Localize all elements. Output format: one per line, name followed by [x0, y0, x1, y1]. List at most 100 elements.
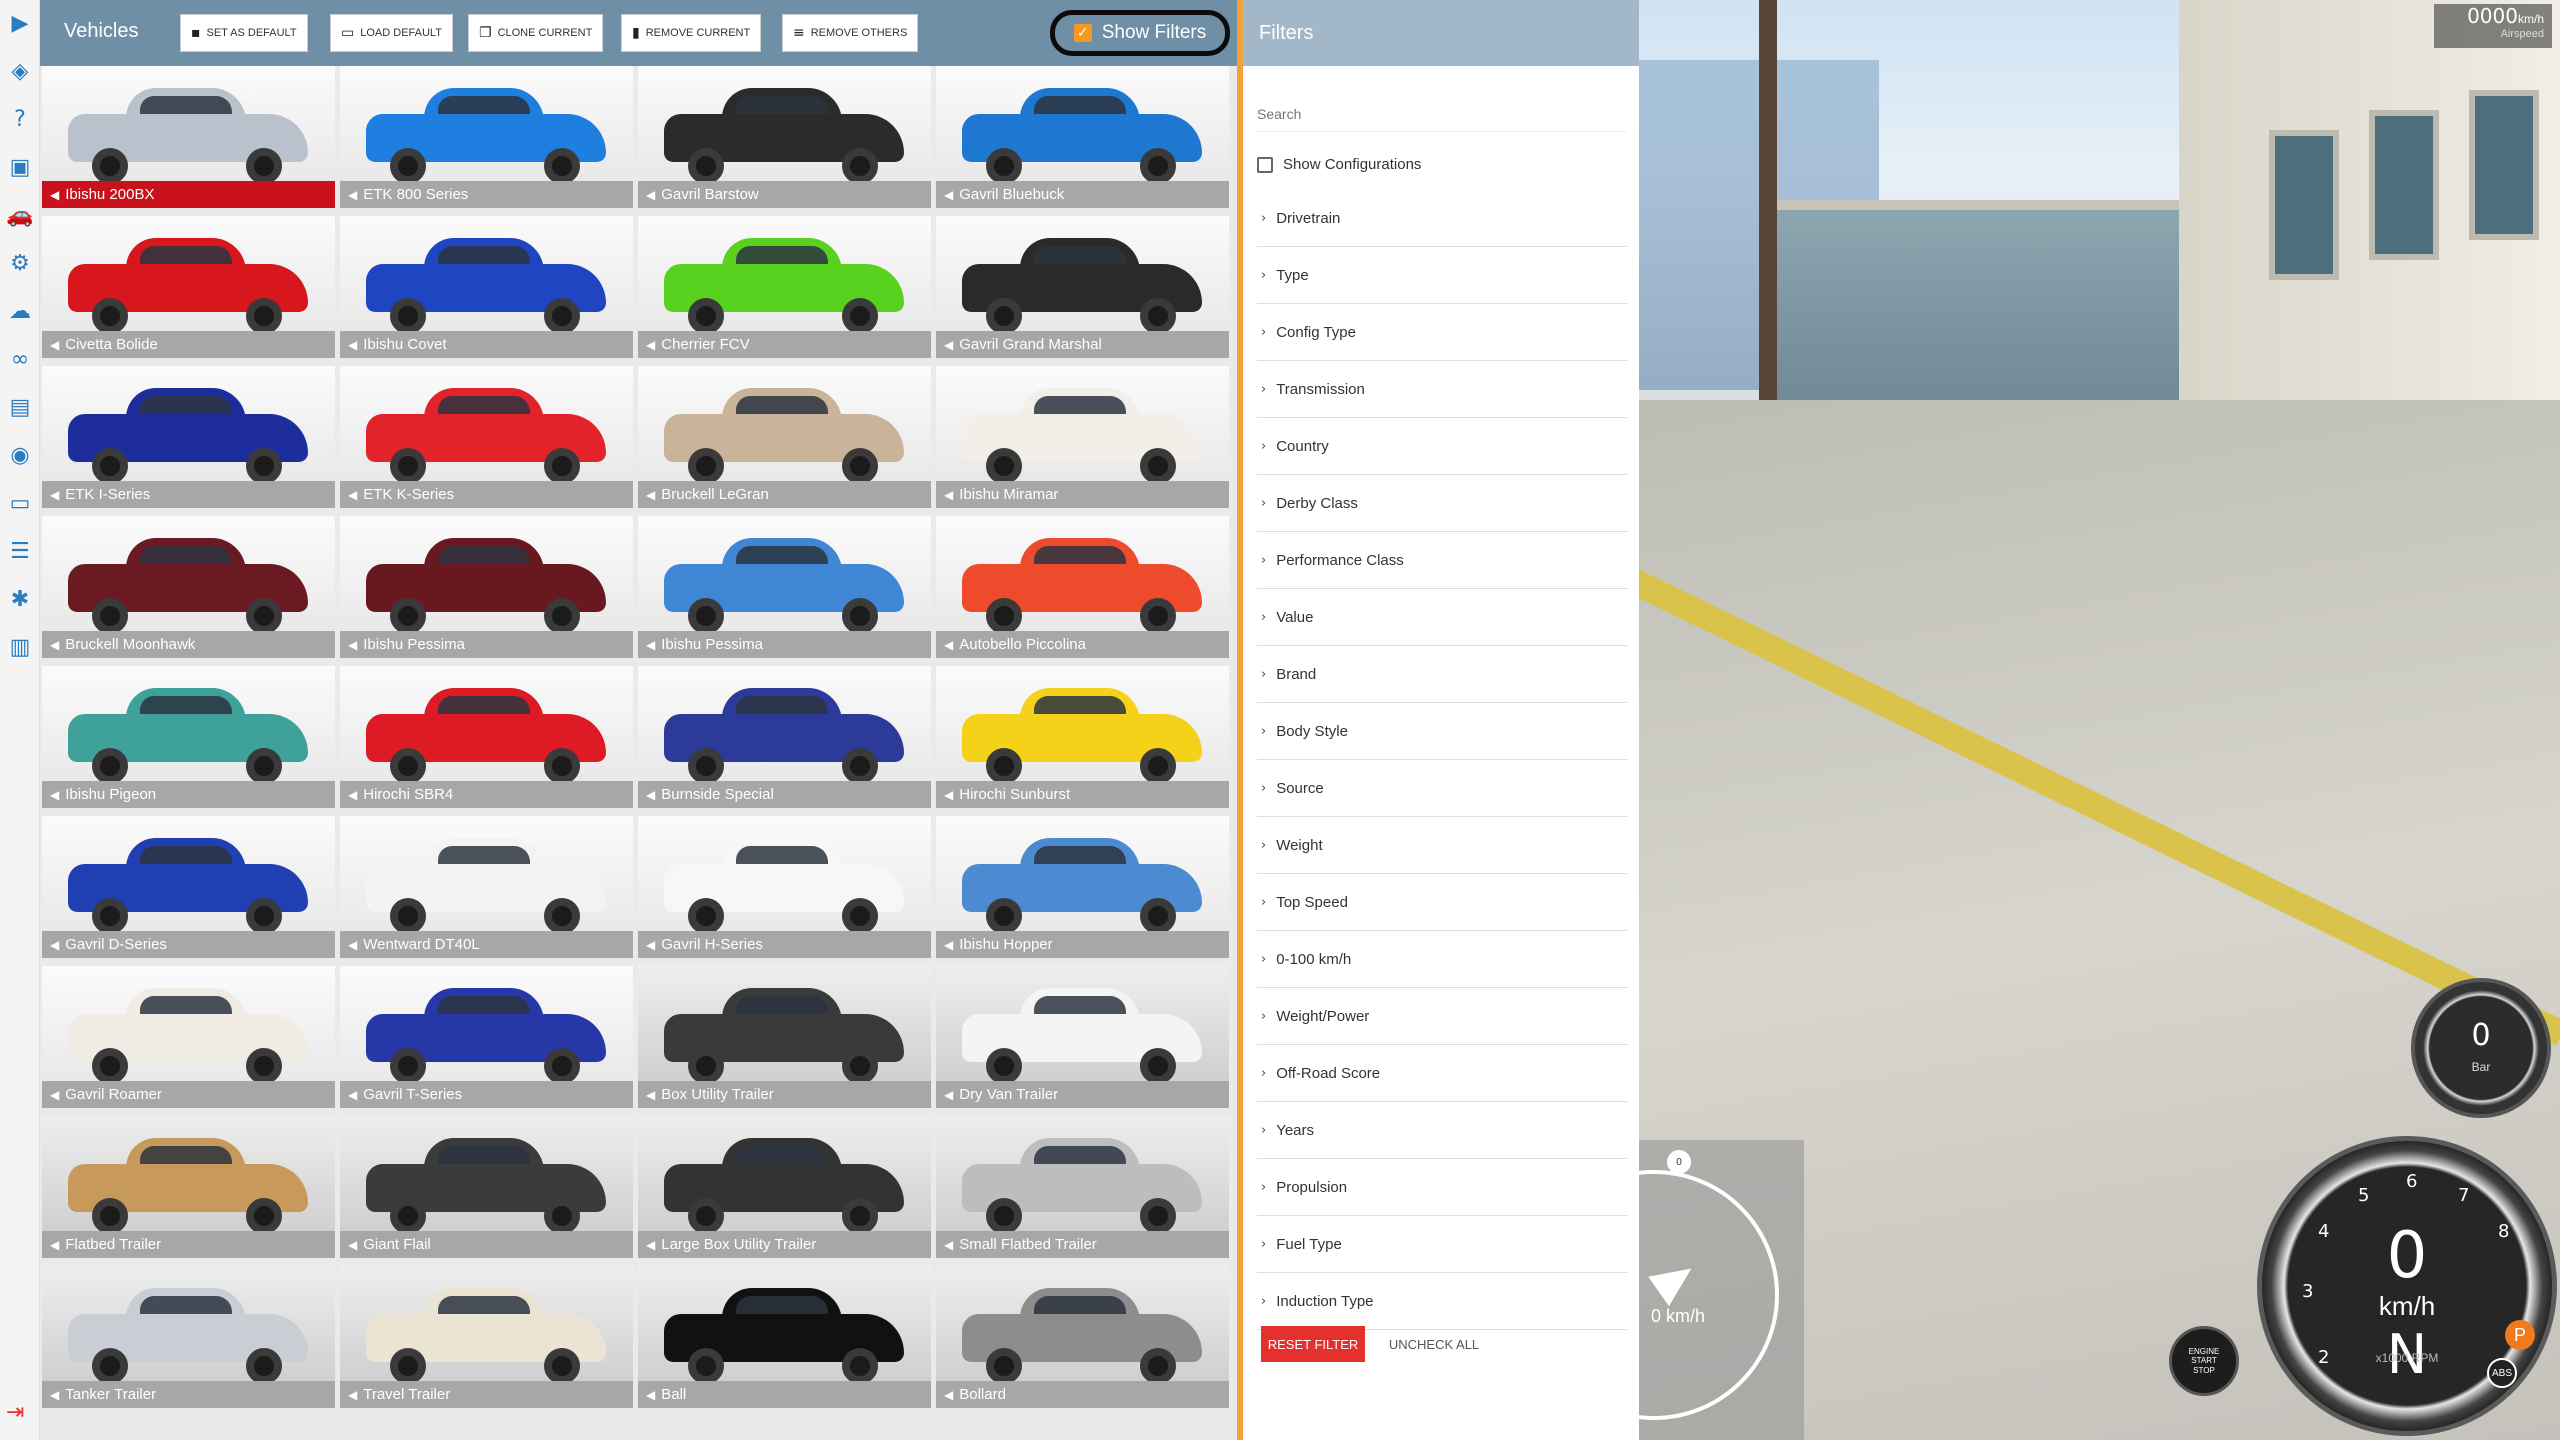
vehicle-tile[interactable]: ◀ Ibishu Covet [340, 216, 633, 358]
vehicle-caption: ◀ Small Flatbed Trailer [936, 1231, 1229, 1258]
vehicle-tile[interactable]: ◀ Gavril Grand Marshal [936, 216, 1229, 358]
simple-speedometer-panel: 0 0 km/h [1639, 1140, 1804, 1440]
load-default-button[interactable]: ▭ LOAD DEFAULT [330, 14, 453, 52]
camera-icon[interactable]: ◉ [5, 440, 35, 470]
filter-category[interactable]: › Performance Class [1257, 532, 1627, 589]
vehicle-name: Gavril T-Series [363, 1086, 463, 1103]
filter-search-input[interactable] [1257, 96, 1627, 132]
filter-category[interactable]: › Config Type [1257, 304, 1627, 361]
vehicle-tile[interactable]: ◀ Ibishu Pessima [340, 516, 633, 658]
vehicle-tile[interactable]: ◀ Gavril H-Series [638, 816, 931, 958]
vehicle-tile[interactable]: ◀ Bruckell Moonhawk [42, 516, 335, 658]
vehicle-tile[interactable]: ◀ Giant Flail [340, 1116, 633, 1258]
play-icon[interactable]: ▶ [5, 8, 35, 38]
show-filters-toggle[interactable]: ✓ Show Filters [1050, 10, 1230, 56]
tach-mark: 8 [2498, 1221, 2510, 1242]
show-configurations-toggle[interactable]: Show Configurations [1257, 156, 1421, 173]
filter-category[interactable]: › Transmission [1257, 361, 1627, 418]
car-icon[interactable]: 🚗 [5, 200, 35, 230]
filter-category[interactable]: › Induction Type [1257, 1273, 1627, 1330]
bug-icon[interactable]: ✱ [5, 584, 35, 614]
vehicle-tile[interactable]: ◀ Hirochi Sunburst [936, 666, 1229, 808]
filter-category[interactable]: › Weight/Power [1257, 988, 1627, 1045]
filter-category[interactable]: › Type [1257, 247, 1627, 304]
help-icon[interactable]: ? [5, 104, 35, 134]
filter-category[interactable]: › Years [1257, 1102, 1627, 1159]
remove-current-button[interactable]: ▮ REMOVE CURRENT [621, 14, 762, 52]
sliders-icon[interactable]: ☰ [5, 536, 35, 566]
filter-category[interactable]: › Value [1257, 589, 1627, 646]
wheel-icon [92, 748, 128, 784]
vehicle-tile[interactable]: ◀ Small Flatbed Trailer [936, 1116, 1229, 1258]
filter-category[interactable]: › Weight [1257, 817, 1627, 874]
chevron-right-icon: › [1261, 837, 1267, 853]
vehicle-tile[interactable]: ◀ Wentward DT40L [340, 816, 633, 958]
filter-category[interactable]: › Top Speed [1257, 874, 1627, 931]
vehicle-tile[interactable]: ◀ Ibishu 200BX [42, 66, 335, 208]
speaker-icon: ◀ [50, 1087, 60, 1102]
vehicle-tile[interactable]: ◀ Civetta Bolide [42, 216, 335, 358]
infinity-icon[interactable]: ∞ [5, 344, 35, 374]
chevron-right-icon: › [1261, 609, 1267, 625]
vehicle-tile[interactable]: ◀ Cherrier FCV [638, 216, 931, 358]
vehicle-tile[interactable]: ◀ Bruckell LeGran [638, 366, 931, 508]
vehicle-tile[interactable]: ◀ Gavril Roamer [42, 966, 335, 1108]
filter-category[interactable]: › Derby Class [1257, 475, 1627, 532]
filter-category[interactable]: › Country [1257, 418, 1627, 475]
layers-icon[interactable]: ◈ [5, 56, 35, 86]
cloud-icon[interactable]: ☁ [5, 296, 35, 326]
vehicle-tile[interactable]: ◀ ETK K-Series [340, 366, 633, 508]
vehicle-tile[interactable]: ◀ ETK I-Series [42, 366, 335, 508]
vehicle-tile[interactable]: ◀ Flatbed Trailer [42, 1116, 335, 1258]
vehicle-tile[interactable]: ◀ Box Utility Trailer [638, 966, 931, 1108]
uncheck-all-button[interactable]: UNCHECK ALL [1379, 1326, 1489, 1362]
chevron-right-icon: › [1261, 1293, 1267, 1309]
filter-category[interactable]: › Drivetrain [1257, 190, 1627, 247]
wheel-icon [986, 1348, 1022, 1384]
vehicle-tile[interactable]: ◀ Large Box Utility Trailer [638, 1116, 931, 1258]
filter-category[interactable]: › Source [1257, 760, 1627, 817]
vehicle-tile[interactable]: ◀ Ibishu Pessima [638, 516, 931, 658]
vehicle-tile[interactable]: ◀ Hirochi SBR4 [340, 666, 633, 808]
vehicle-tile[interactable]: ◀ Gavril T-Series [340, 966, 633, 1108]
tach-mark: 3 [2302, 1281, 2314, 1302]
exit-icon[interactable]: ⇥ [6, 1400, 24, 1425]
vehicle-tile[interactable]: ◀ Travel Trailer [340, 1266, 633, 1408]
vehicle-tile[interactable]: ◀ Gavril Barstow [638, 66, 931, 208]
engine-start-stop-button[interactable]: ENGINE START STOP [2169, 1326, 2239, 1396]
vehicle-tile[interactable]: ◀ Burnside Special [638, 666, 931, 808]
filter-category[interactable]: › Off-Road Score [1257, 1045, 1627, 1102]
vehicle-tile[interactable]: ◀ Bollard [936, 1266, 1229, 1408]
vehicle-tile[interactable]: ◀ Autobello Piccolina [936, 516, 1229, 658]
filter-category[interactable]: › Body Style [1257, 703, 1627, 760]
filter-category[interactable]: › Propulsion [1257, 1159, 1627, 1216]
vehicle-tile[interactable]: ◀ Ibishu Hopper [936, 816, 1229, 958]
game-viewport[interactable]: 0000km/h Airspeed 0 0 km/h 0 Bar 0 km/h … [1639, 0, 2560, 1440]
filter-category[interactable]: › Brand [1257, 646, 1627, 703]
settings-icon[interactable]: ⚙ [5, 248, 35, 278]
vehicle-tile[interactable]: ◀ Tanker Trailer [42, 1266, 335, 1408]
reset-filter-button[interactable]: RESET FILTER [1261, 1326, 1365, 1362]
clone-current-button[interactable]: ❐ CLONE CURRENT [468, 14, 604, 52]
wheel-icon [92, 1348, 128, 1384]
chart-icon[interactable]: ▥ [5, 632, 35, 662]
filter-category-label: Source [1276, 779, 1324, 797]
set-as-default-button[interactable]: ▪ SET AS DEFAULT [180, 14, 308, 52]
film-icon[interactable]: ▤ [5, 392, 35, 422]
remove-others-button[interactable]: ≡ REMOVE OTHERS [782, 14, 919, 52]
filter-category[interactable]: › Fuel Type [1257, 1216, 1627, 1273]
wheel-icon [1140, 1048, 1176, 1084]
boost-value: 0 [2471, 1018, 2491, 1053]
vehicle-tile[interactable]: ◀ Gavril D-Series [42, 816, 335, 958]
vehicle-tile[interactable]: ◀ Ibishu Pigeon [42, 666, 335, 808]
vehicle-name: Ibishu Pessima [363, 636, 465, 653]
vehicle-name: Flatbed Trailer [65, 1236, 162, 1253]
vehicle-tile[interactable]: ◀ Dry Van Trailer [936, 966, 1229, 1108]
media-icon[interactable]: ▣ [5, 152, 35, 182]
filter-category[interactable]: › 0-100 km/h [1257, 931, 1627, 988]
vehicle-tile[interactable]: ◀ ETK 800 Series [340, 66, 633, 208]
vehicle-tile[interactable]: ◀ Ibishu Miramar [936, 366, 1229, 508]
window-icon[interactable]: ▭ [5, 488, 35, 518]
vehicle-tile[interactable]: ◀ Gavril Bluebuck [936, 66, 1229, 208]
vehicle-tile[interactable]: ◀ Ball [638, 1266, 931, 1408]
